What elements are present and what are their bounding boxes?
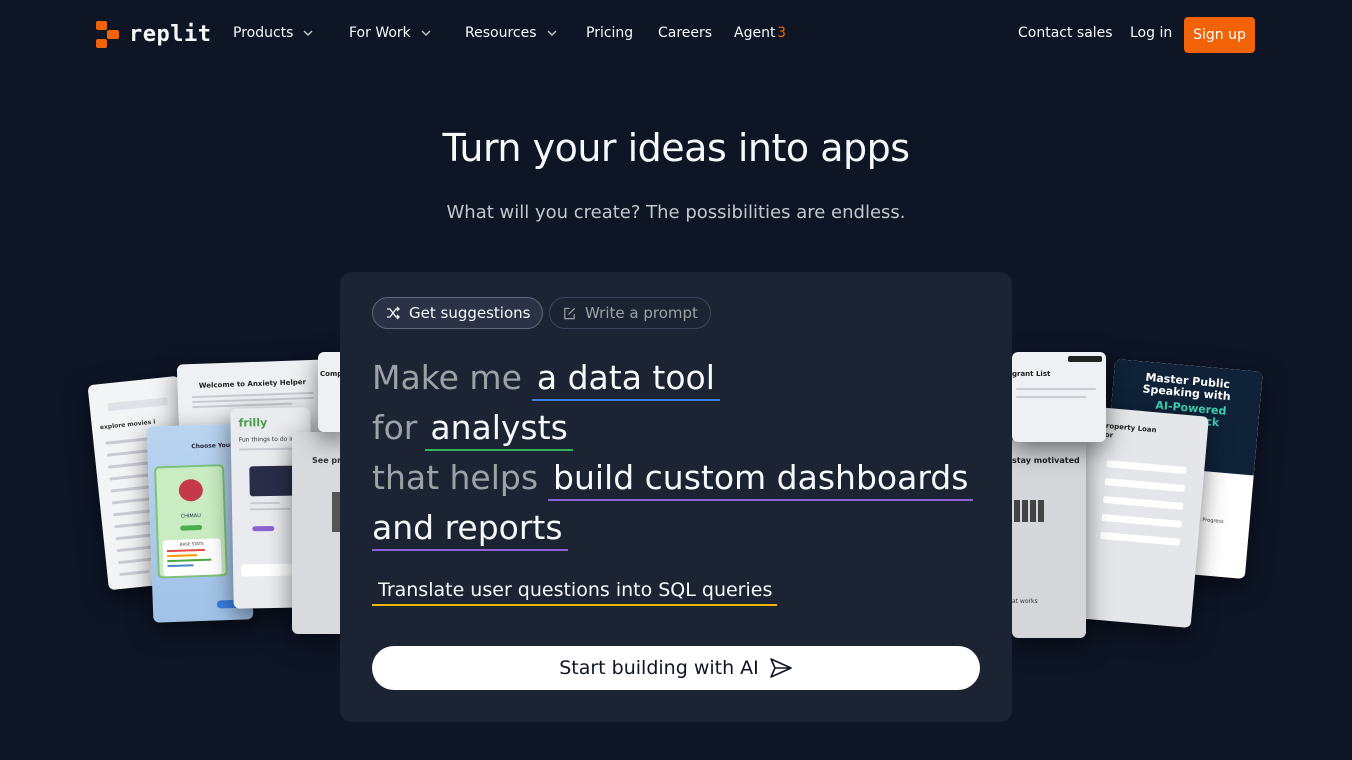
nav-products-label: Products [233,25,294,41]
contact-sales-link[interactable]: Contact sales [1018,25,1113,41]
highlight-audience[interactable]: analysts [425,408,573,451]
grant-list-title: grant List [1012,370,1051,378]
replit-logo[interactable]: replit [96,21,211,48]
sentence-line-4: and reports [372,508,568,551]
frilly-question: Fun things to do in [238,435,295,444]
highlight-purpose-continued[interactable]: and reports [372,508,568,551]
send-icon [769,658,792,678]
comp-heading: Comp [320,370,343,378]
pokemon-name: CHIMAU [180,512,201,520]
chevron-down-icon [421,30,431,36]
sentence-prefix-3: that helps [372,458,539,497]
alternative-suggestion[interactable]: Translate user questions into SQL querie… [372,579,778,606]
sign-up-button[interactable]: Sign up [1184,17,1255,53]
nav-resources[interactable]: Resources [465,25,559,41]
shuffle-icon [387,306,400,320]
logo-text: replit [129,22,212,47]
chevron-down-icon [547,30,556,36]
nav-for-work-label: For Work [349,25,411,41]
nav-pricing[interactable]: Pricing [586,25,633,41]
chevron-down-icon [303,30,313,36]
anxiety-helper-title: Welcome to Anxiety Helper [198,378,307,390]
replit-logo-icon [96,21,120,48]
sentence-line-1: Make me a data tool [372,358,720,401]
edit-icon [564,307,576,319]
base-stats-label: BASE STATS [179,540,204,547]
nav-agent-label: Agent [734,25,776,41]
top-nav: replit Products For Work Resources Prici… [0,0,1352,68]
highlight-app-type[interactable]: a data tool [531,358,720,401]
start-building-label: Start building with AI [559,657,759,679]
grant-list-preview: grant List [1012,352,1106,442]
frilly-logo: frilly [238,416,268,430]
write-prompt-tab[interactable]: Write a prompt [549,297,711,329]
sentence-prefix-2: for [372,408,418,447]
hero-subtitle: What will you create? The possibilities … [446,202,906,223]
sentence-line-3: that helps build custom dashboards [372,458,974,501]
hero-title: Turn your ideas into apps [442,126,910,170]
motivation-app-preview: stay motivated at works [1012,436,1086,638]
agent-version-badge: 3 [777,25,786,41]
log-in-link[interactable]: Log in [1130,25,1172,41]
sentence-line-2: for analysts [372,408,573,451]
nav-resources-label: Resources [465,25,537,41]
nav-agent[interactable]: Agent 3 [734,25,786,41]
start-building-button[interactable]: Start building with AI [372,646,980,690]
highlight-purpose[interactable]: build custom dashboards [548,458,974,501]
write-prompt-label: Write a prompt [585,304,698,322]
motivation-title: stay motivated [1012,456,1080,465]
get-suggestions-label: Get suggestions [409,304,531,322]
nav-products[interactable]: Products [233,25,315,41]
works-label: at works [1012,598,1038,605]
prompt-panel: Get suggestions Write a prompt Make me a… [340,272,1012,722]
nav-careers[interactable]: Careers [658,25,712,41]
sentence-prefix-1: Make me [372,358,522,397]
nav-for-work[interactable]: For Work [349,25,433,41]
get-suggestions-tab[interactable]: Get suggestions [372,297,544,329]
